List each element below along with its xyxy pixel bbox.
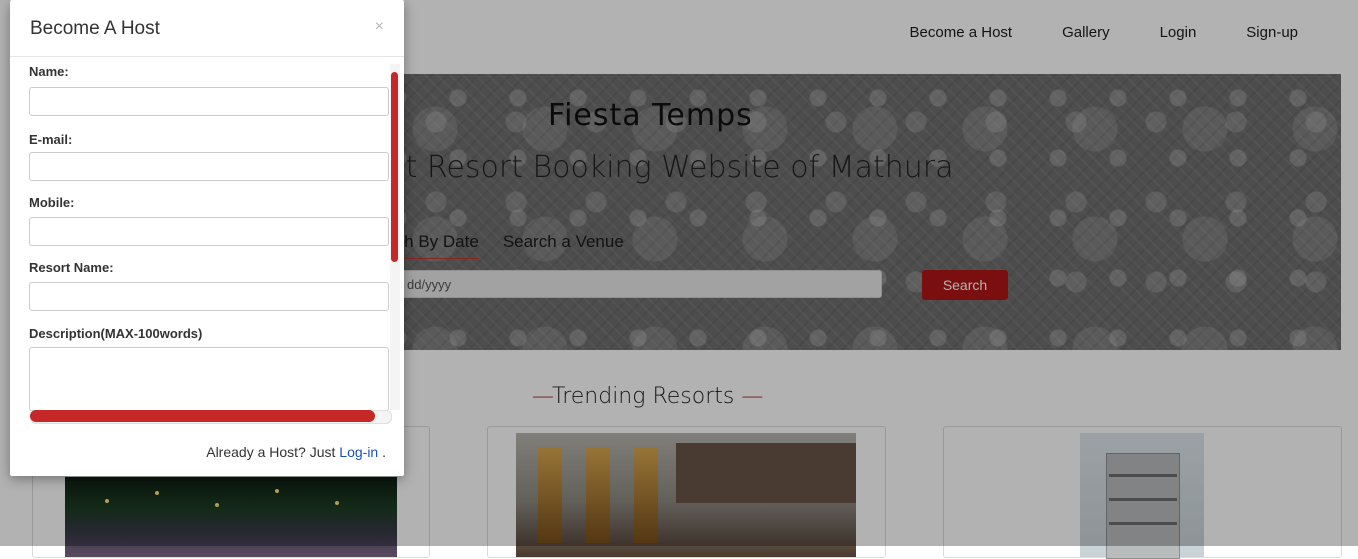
description-textarea[interactable]: [29, 347, 389, 411]
resort-name-field[interactable]: [29, 282, 389, 311]
mobile-label: Mobile:: [29, 195, 75, 210]
email-label: E-mail:: [29, 132, 73, 147]
vertical-scrollbar-thumb[interactable]: [391, 72, 398, 262]
become-host-modal: Become A Host × Name: E-mail: Mobile: Re…: [10, 0, 404, 476]
horizontal-scrollbar-thumb[interactable]: [30, 410, 375, 422]
resort-name-label: Resort Name:: [29, 260, 114, 275]
email-field[interactable]: [29, 152, 389, 181]
close-icon[interactable]: ×: [375, 18, 384, 36]
description-label: Description(MAX-100words): [29, 326, 203, 341]
login-link[interactable]: Log-in: [339, 444, 378, 460]
footer-end: .: [378, 444, 386, 460]
modal-header: Become A Host ×: [10, 0, 404, 57]
name-label: Name:: [29, 64, 69, 79]
modal-form: Name: E-mail: Mobile: Resort Name: Descr…: [10, 56, 404, 412]
modal-footer: Already a Host? Just Log-in .: [10, 444, 386, 460]
modal-title: Become A Host: [30, 18, 160, 39]
name-field[interactable]: [29, 87, 389, 116]
mobile-field[interactable]: [29, 217, 389, 246]
footer-text: Already a Host? Just: [206, 444, 340, 460]
